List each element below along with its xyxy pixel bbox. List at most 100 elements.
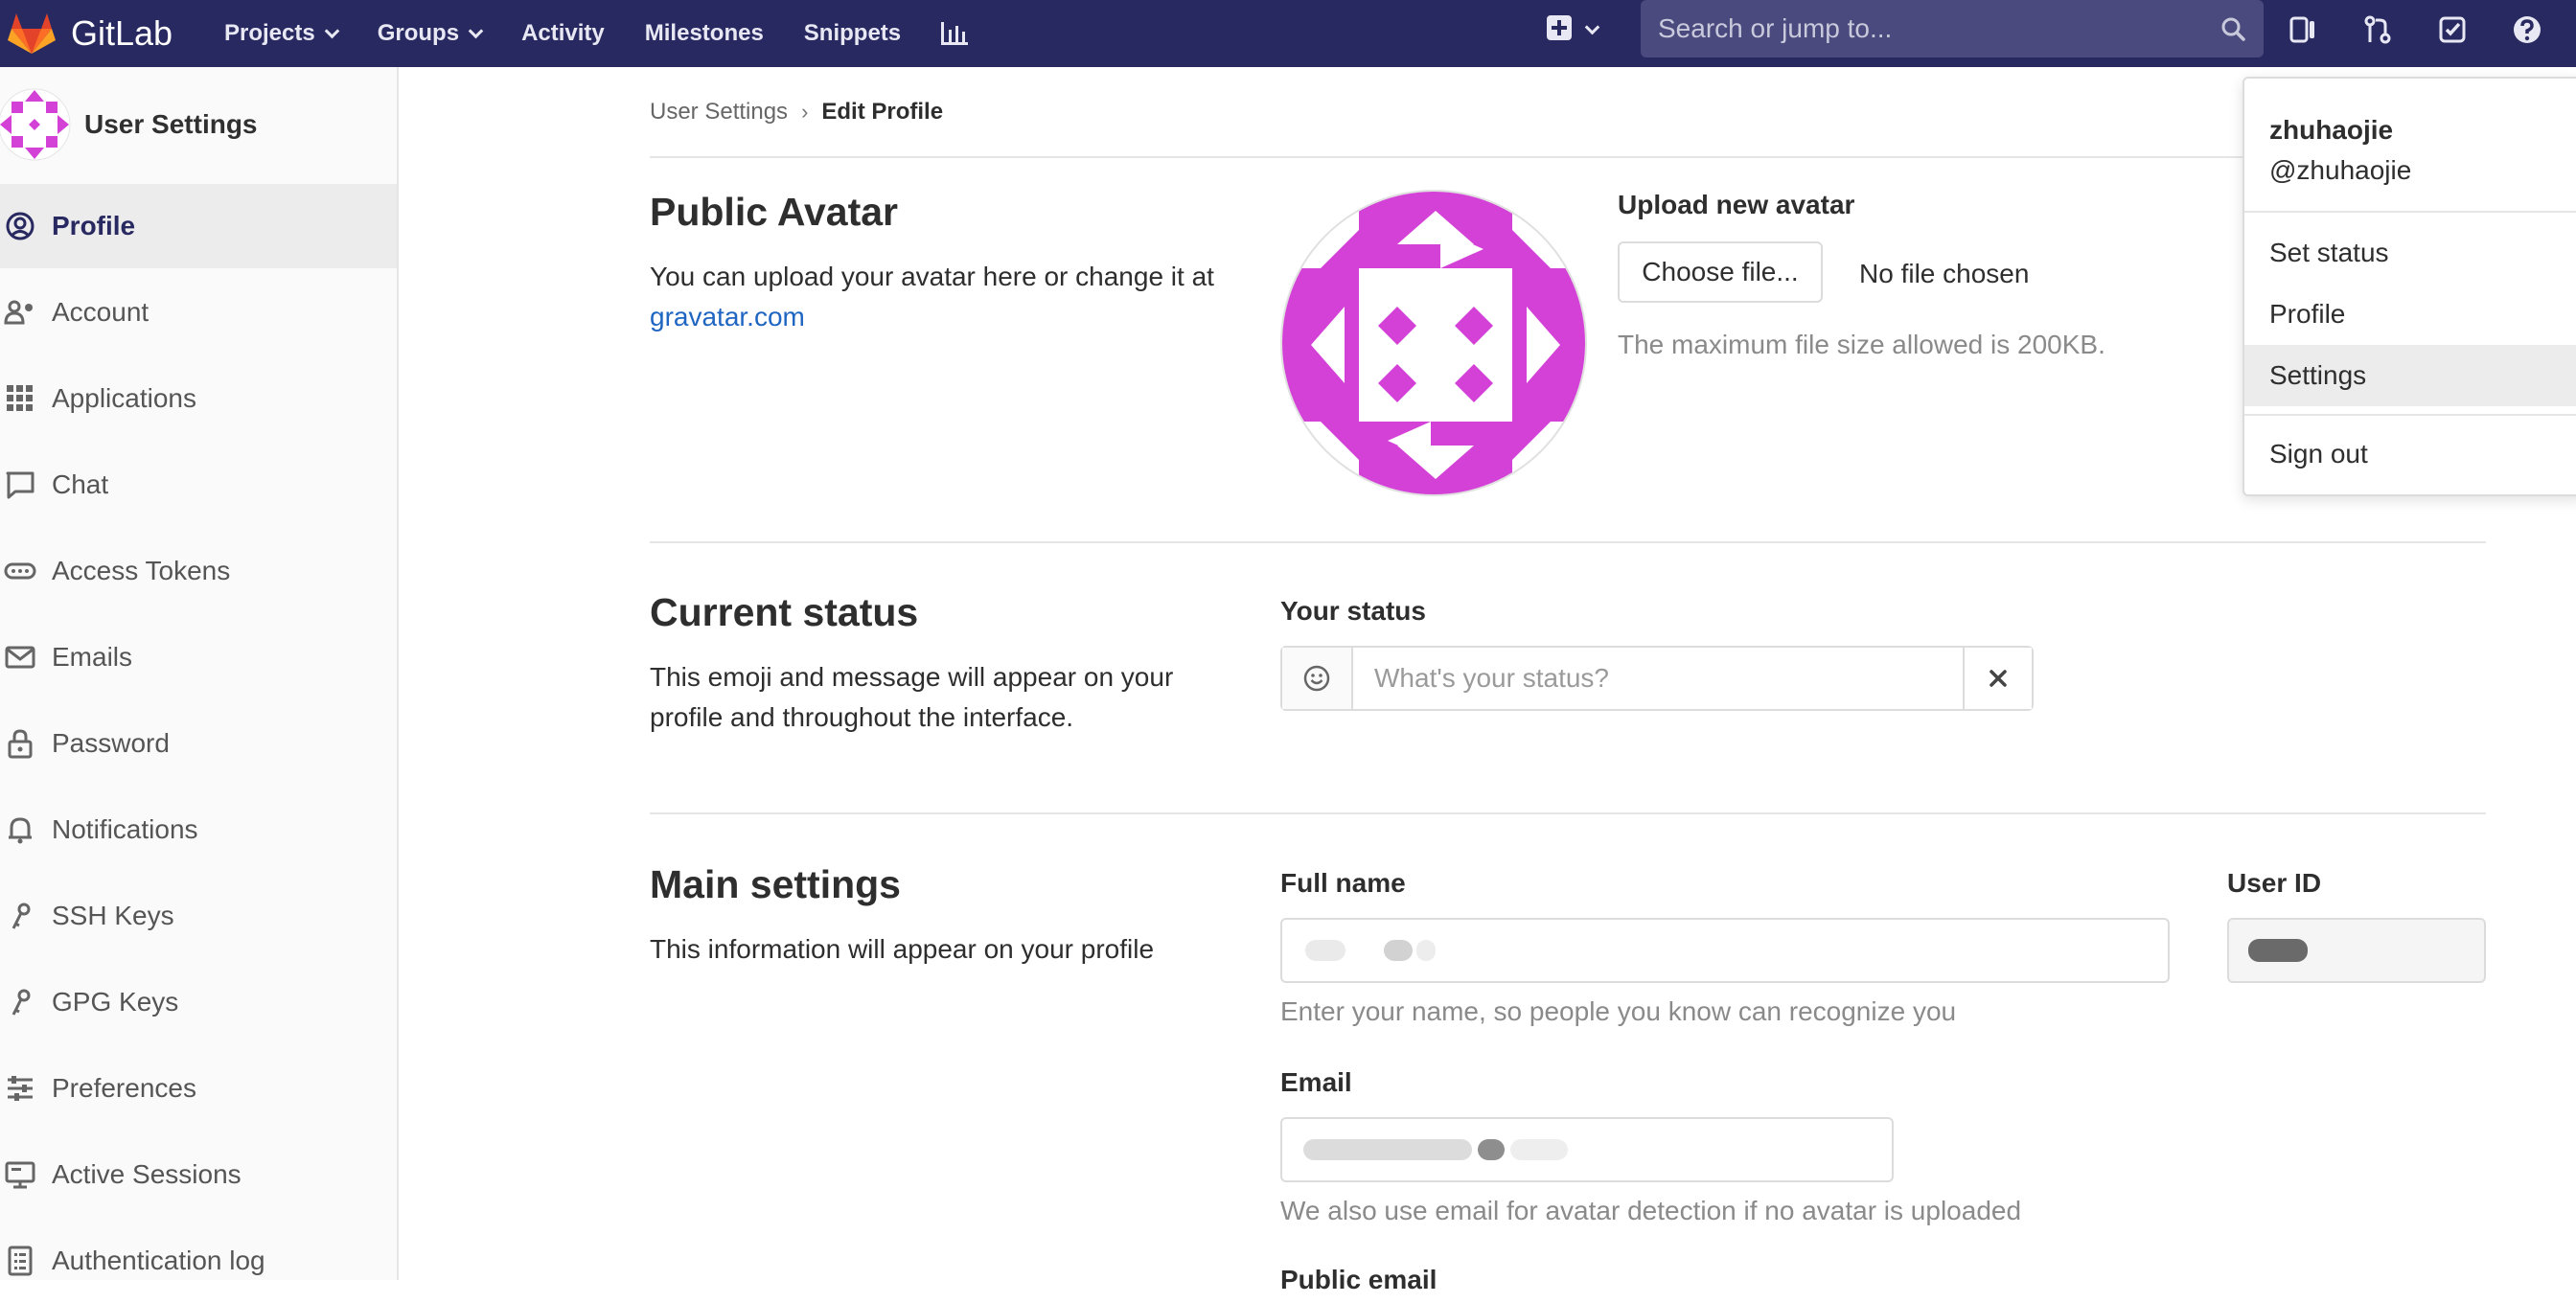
- email-hint: We also use email for avatar detection i…: [1280, 1196, 2022, 1225]
- clear-status-button[interactable]: [1963, 648, 2032, 709]
- chevron-down-icon: [468, 23, 484, 38]
- email-icon: [5, 646, 35, 669]
- user-menu-username: @zhuhaojie: [2269, 155, 2412, 185]
- choose-file-button[interactable]: Choose file...: [1618, 241, 1823, 303]
- main-settings-desc: This information will appear on your pro…: [650, 934, 1155, 964]
- breadcrumb-parent[interactable]: User Settings: [650, 99, 788, 126]
- public-avatar-title: Public Avatar: [650, 190, 898, 234]
- nav-snippets[interactable]: Snippets: [804, 20, 901, 47]
- sidebar-item-label: Active Sessions: [52, 1159, 242, 1189]
- sidebar-item-password[interactable]: Password: [0, 701, 397, 786]
- gravatar-link[interactable]: gravatar.com: [650, 302, 805, 331]
- sidebar-item-label: Access Tokens: [52, 556, 231, 585]
- sidebar-item-label: Authentication log: [52, 1246, 265, 1275]
- nav-activity[interactable]: Activity: [521, 20, 605, 47]
- current-status-desc: This emoji and message will appear on yo…: [650, 662, 1174, 732]
- lock-icon: [8, 729, 33, 759]
- menu-item-sign-out[interactable]: Sign out: [2244, 423, 2576, 485]
- sidebar-item-authentication-log[interactable]: Authentication log: [0, 1219, 397, 1303]
- sidebar-item-label: GPG Keys: [52, 987, 179, 1017]
- email-input[interactable]: [1280, 1117, 1894, 1182]
- sidebar-item-label: Chat: [52, 469, 109, 499]
- search-icon: [2221, 17, 2245, 41]
- brand[interactable]: GitLab: [8, 0, 172, 67]
- menu-item-set-status[interactable]: Set status: [2244, 222, 2576, 284]
- breadcrumb-separator: ›: [801, 100, 809, 124]
- new-item-icon[interactable]: [1547, 15, 1572, 40]
- redacted-text: [1303, 1139, 1472, 1160]
- sidebar-header[interactable]: User Settings: [0, 86, 258, 163]
- upload-avatar-label: Upload new avatar: [1618, 190, 1855, 219]
- chat-icon: [6, 471, 34, 499]
- monitor-icon: [5, 1161, 35, 1189]
- main-settings-title: Main settings: [650, 862, 901, 906]
- emoji-picker-button[interactable]: [1282, 648, 1353, 709]
- sidebar-item-label: Profile: [52, 211, 136, 240]
- search-bar[interactable]: [1641, 0, 2264, 57]
- sidebar-item-ssh-keys[interactable]: SSH Keys: [0, 874, 397, 958]
- user-id-field: [2227, 918, 2486, 983]
- sliders-icon: [8, 1076, 33, 1101]
- divider: [2244, 414, 2576, 416]
- user-id-label: User ID: [2227, 868, 2322, 898]
- key-icon: [12, 989, 31, 1016]
- menu-item-profile[interactable]: Profile: [2244, 284, 2576, 345]
- redacted-text: [1305, 940, 1346, 961]
- help-icon[interactable]: [2511, 13, 2543, 46]
- redacted-text: [1416, 940, 1436, 961]
- public-avatar-desc-text: You can upload your avatar here or chang…: [650, 262, 1214, 291]
- redacted-text: [1510, 1139, 1568, 1160]
- breadcrumb-current[interactable]: Edit Profile: [821, 99, 943, 126]
- full-name-label: Full name: [1280, 868, 1406, 898]
- avatar-size-hint: The maximum file size allowed is 200KB.: [1618, 330, 2105, 359]
- sidebar-item-label: Preferences: [52, 1073, 196, 1103]
- sidebar-item-profile[interactable]: Profile: [0, 184, 397, 268]
- merge-request-icon[interactable]: [2361, 13, 2394, 46]
- sidebar-item-account[interactable]: Account: [0, 270, 397, 354]
- top-navbar: GitLab Projects Groups Activity Mileston…: [0, 0, 2576, 67]
- divider: [650, 812, 2486, 814]
- sidebar-item-label: SSH Keys: [52, 901, 174, 930]
- current-status-title: Current status: [650, 590, 919, 634]
- sidebar-item-access-tokens[interactable]: Access Tokens: [0, 529, 397, 613]
- chevron-down-icon[interactable]: [1584, 19, 1600, 35]
- your-status-label: Your status: [1280, 596, 1426, 626]
- chevron-down-icon: [324, 23, 339, 38]
- menu-item-settings[interactable]: Settings: [2244, 345, 2576, 406]
- nav-projects[interactable]: Projects: [224, 20, 339, 47]
- status-input[interactable]: [1355, 648, 1965, 709]
- todo-icon[interactable]: [2436, 13, 2469, 46]
- sidebar-item-preferences[interactable]: Preferences: [0, 1046, 397, 1131]
- full-name-input[interactable]: [1280, 918, 2170, 983]
- nav-groups-label: Groups: [377, 20, 460, 46]
- full-name-hint: Enter your name, so people you know can …: [1280, 996, 1957, 1026]
- sidebar-toggle-icon[interactable]: [2287, 13, 2319, 46]
- account-icon: [4, 300, 33, 325]
- chart-bar-icon[interactable]: [939, 18, 970, 49]
- sidebar-item-label: Emails: [52, 642, 133, 672]
- avatar-image: [1280, 190, 1587, 496]
- divider: [650, 156, 2486, 158]
- close-icon: [1990, 670, 2007, 687]
- status-field: [1280, 646, 2034, 711]
- identicon-icon: [1282, 192, 1585, 494]
- profile-icon: [6, 212, 34, 240]
- smiley-icon: [1303, 665, 1330, 692]
- search-input[interactable]: [1641, 13, 2177, 44]
- sidebar-item-chat[interactable]: Chat: [0, 443, 397, 527]
- sidebar-item-notifications[interactable]: Notifications: [0, 788, 397, 872]
- sidebar-item-applications[interactable]: Applications: [0, 356, 397, 441]
- bell-icon: [9, 817, 32, 844]
- sidebar-item-active-sessions[interactable]: Active Sessions: [0, 1132, 397, 1217]
- sidebar-item-emails[interactable]: Emails: [0, 615, 397, 699]
- public-avatar-desc: You can upload your avatar here or chang…: [650, 257, 1225, 337]
- sidebar-item-label: Account: [52, 297, 150, 327]
- divider: [2244, 211, 2576, 213]
- nav-groups[interactable]: Groups: [377, 20, 484, 47]
- gitlab-logo-icon: [8, 13, 56, 54]
- nav-milestones[interactable]: Milestones: [645, 20, 764, 47]
- nav-links: Projects Groups Activity Milestones Snip…: [224, 0, 970, 67]
- applications-icon: [7, 385, 33, 411]
- redacted-text: [1478, 1139, 1505, 1160]
- sidebar-item-gpg-keys[interactable]: GPG Keys: [0, 960, 397, 1044]
